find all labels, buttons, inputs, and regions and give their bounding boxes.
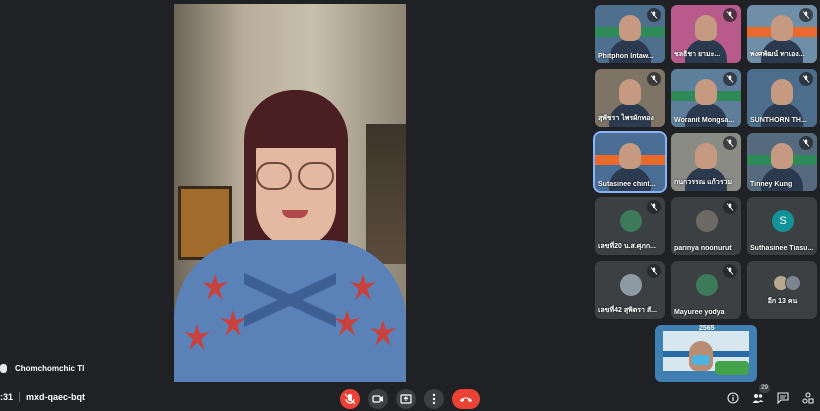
camera-icon[interactable] [368,389,388,409]
meeting-info-divider [19,392,21,402]
participant-tile[interactable]: parinya noonurut [671,197,741,255]
side-panel-controls: 29 [727,384,814,405]
participant-name: Woranit Mongsa... [674,117,735,124]
participant-face [619,79,641,105]
participant-tile[interactable]: Tinney Kung [747,133,817,191]
mic-off-icon [647,200,661,214]
participant-name: SUNTHORN TH... [750,117,807,124]
mic-off-icon [647,264,661,278]
mic-off-icon [723,136,737,150]
more-vert-icon[interactable] [424,389,444,409]
participant-face [695,79,717,105]
end-call-button[interactable] [452,389,480,409]
call-controls [340,389,480,409]
avatar [696,274,718,296]
participant-tile[interactable]: สุพัชรา ไพรผักทอง [595,69,665,127]
mic-off-icon [723,264,737,278]
people-icon [752,394,764,403]
participant-name: Tinney Kung [750,181,793,188]
mic-off-icon [799,8,813,22]
avatar [785,275,801,291]
participant-face [771,79,793,105]
self-view-sign [715,361,749,375]
speaker-mouth [282,210,308,218]
participant-name: Phitphon Intaw... [598,53,654,60]
mic-icon [0,364,7,373]
avatar [696,210,718,232]
participant-tile[interactable]: ชลธิชา ยามะ... [671,5,741,63]
participant-name: ชลธิชา ยามะ... [674,51,721,58]
participant-name: Mayuree yodya [674,309,725,316]
participant-name: เลขที่42 สุพิตรา สั... [598,307,657,314]
main-speaker-video[interactable] [174,4,406,382]
participant-name: เลขที่20 น.ส.ศุภก... [598,243,656,250]
avatar [620,210,642,232]
participant-tile[interactable]: Mayuree yodya [671,261,741,319]
self-view-banner-text: 2565 [699,325,715,332]
end-call-icon [460,397,472,402]
participant-tile[interactable]: Woranit Mongsa... [671,69,741,127]
participant-name: สุพัชรา ไพรผักทอง [598,115,654,122]
self-view-mask [692,355,710,365]
participant-name: อีก 13 คน [767,298,798,305]
mic-off-icon [723,200,737,214]
people-button[interactable]: 29 [752,384,770,404]
participant-tile[interactable]: พงศพัฒน์ ทาเอง... [747,5,817,63]
participant-face [695,15,717,41]
activities-icon[interactable] [802,392,814,404]
speaker-name-caption: Chomchomchic Tl [0,364,84,373]
participant-tile[interactable]: เลขที่20 น.ส.ศุภก... [595,197,665,255]
meeting-code: mxd-qaec-bqt [26,392,86,402]
mic-off-icon [723,72,737,86]
meeting-time: :31 [0,392,14,402]
participant-name: กนกวรรณ แก้วรวม [674,179,733,186]
participant-name: parinya noonurut [674,245,732,252]
mic-off-icon [647,72,661,86]
mic-off-icon [799,72,813,86]
speaker-collar [244,240,336,360]
info-icon[interactable] [727,392,739,404]
mic-off-icon[interactable] [340,389,360,409]
participant-tile[interactable]: Sutasinee chint... [593,131,667,193]
chat-icon[interactable] [777,392,789,405]
mic-off-icon [799,136,813,150]
video-shelf [366,124,406,264]
mic-off-icon [723,8,737,22]
avatar: S [772,210,794,232]
present-icon[interactable] [396,389,416,409]
avatar [620,274,642,296]
meeting-info: :31 mxd-qaec-bqt [0,392,85,402]
participant-tile[interactable]: กนกวรรณ แก้วรวม [671,133,741,191]
participant-face [695,143,717,169]
speaker-name: Chomchomchic Tl [15,364,85,373]
mic-off-icon [647,8,661,22]
participant-tile[interactable]: S Suthasinee Tiasu... [747,197,817,255]
participant-face [771,143,793,169]
participant-tile[interactable]: Phitphon Intaw... [595,5,665,63]
participant-tile[interactable]: เลขที่42 สุพิตรา สั... [595,261,665,319]
participant-tile[interactable]: อีก 13 คน [747,261,817,319]
participant-tile[interactable]: SUNTHORN TH... [747,69,817,127]
participant-face [619,143,641,169]
participant-face [619,15,641,41]
people-count-badge: 29 [759,384,770,393]
participant-name: Sutasinee chint... [598,181,656,188]
participant-face [771,15,793,41]
speaker-glasses [254,162,338,192]
self-view-tile[interactable]: 2565 [655,325,757,382]
participant-name: พงศพัฒน์ ทาเอง... [750,51,805,58]
participant-name: Suthasinee Tiasu... [750,245,814,252]
